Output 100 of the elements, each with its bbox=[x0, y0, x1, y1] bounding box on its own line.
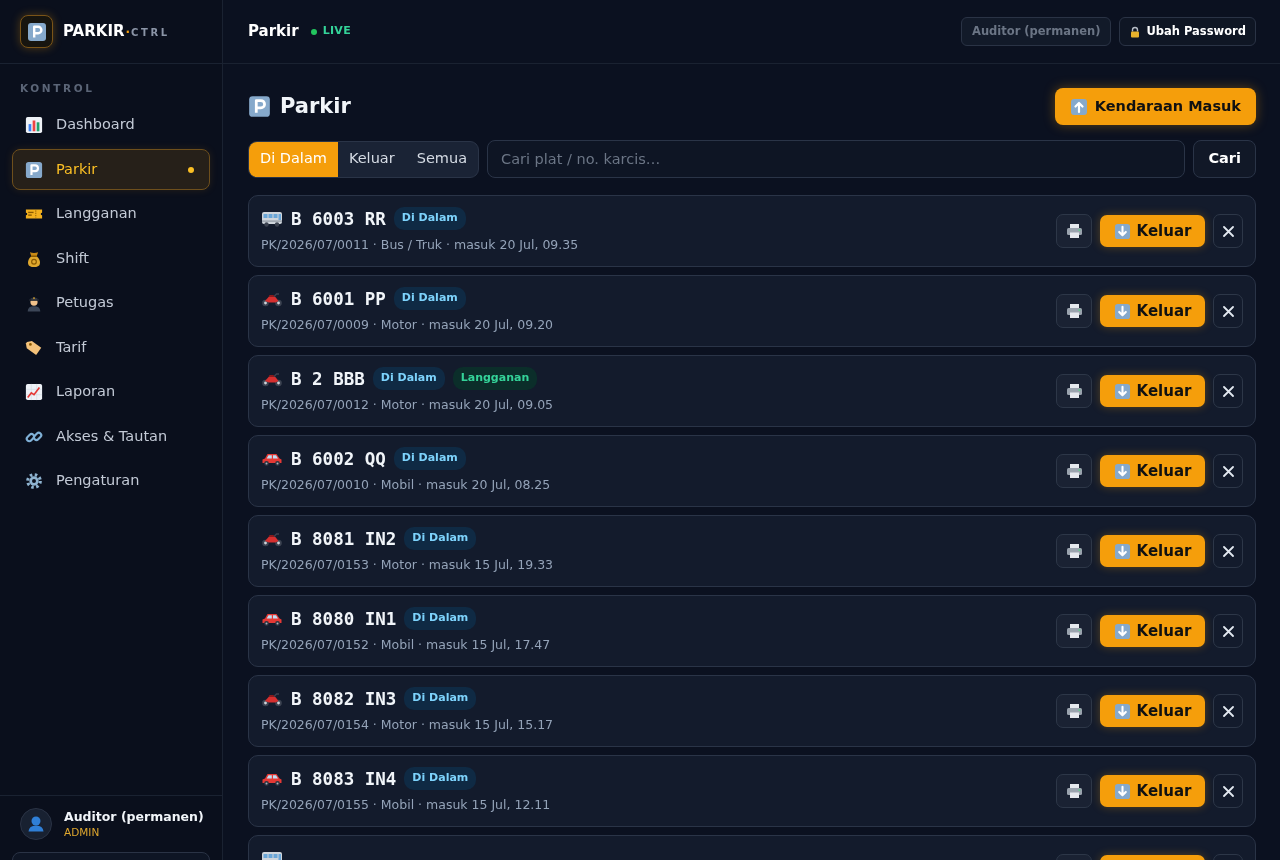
status-badge: Di Dalam bbox=[393, 207, 466, 230]
status-badge: Di Dalam bbox=[372, 367, 445, 390]
printer-icon bbox=[1065, 303, 1083, 319]
print-button[interactable] bbox=[1056, 214, 1092, 248]
user-role: ADMIN bbox=[64, 825, 101, 839]
close-button[interactable] bbox=[1213, 294, 1243, 328]
close-icon bbox=[1222, 385, 1234, 397]
status-badge: Di Dalam bbox=[404, 607, 477, 630]
user-name: Auditor (permanen) bbox=[64, 809, 204, 825]
close-button[interactable] bbox=[1213, 534, 1243, 568]
bar-chart-icon bbox=[25, 116, 43, 135]
exit-button[interactable]: Keluar bbox=[1100, 295, 1205, 327]
close-button[interactable] bbox=[1213, 774, 1243, 808]
exit-button[interactable]: Keluar bbox=[1100, 375, 1205, 407]
settings-icon bbox=[25, 472, 43, 491]
print-button[interactable] bbox=[1056, 774, 1092, 808]
ticket-details: PK/2026/07/0152 · Mobil · masuk 15 Jul, 17.47 bbox=[261, 635, 552, 654]
exit-button[interactable]: Keluar bbox=[1100, 615, 1205, 647]
printer-icon bbox=[1065, 703, 1083, 719]
close-button[interactable] bbox=[1213, 214, 1243, 248]
status-badge: Di Dalam bbox=[393, 287, 466, 310]
change-password-button[interactable]: Ubah Password bbox=[1119, 16, 1256, 47]
print-button[interactable] bbox=[1056, 694, 1092, 728]
close-button[interactable] bbox=[1213, 454, 1243, 488]
status-badge: Di Dalam bbox=[404, 767, 477, 790]
exit-button[interactable]: Keluar bbox=[1100, 215, 1205, 247]
nav-item[interactable]: Tarif bbox=[12, 327, 210, 369]
plate-number: B 8081 IN2 bbox=[291, 527, 397, 550]
close-icon bbox=[1222, 705, 1234, 717]
plate-number: B 6001 PP bbox=[291, 287, 386, 310]
close-icon bbox=[1222, 625, 1234, 637]
subscription-badge: Langganan bbox=[452, 367, 538, 390]
close-button[interactable] bbox=[1213, 614, 1243, 648]
section-label: KONTROL bbox=[19, 81, 96, 96]
tag-icon bbox=[25, 338, 43, 357]
ticket-details: PK/2026/07/0010 · Mobil · masuk 20 Jul, 08.25 bbox=[261, 475, 552, 494]
brand-name: PARKIR·CTRL bbox=[63, 21, 170, 43]
close-button[interactable] bbox=[1213, 694, 1243, 728]
money-bag-icon bbox=[25, 249, 43, 268]
ticket-details: PK/2026/07/0154 · Motor · masuk 15 Jul, 15.17 bbox=[261, 715, 555, 734]
line-chart-icon bbox=[25, 383, 43, 402]
nav-item[interactable]: Dashboard bbox=[12, 104, 210, 146]
printer-icon bbox=[1065, 463, 1083, 479]
plate-number: B 8083 IN4 bbox=[291, 767, 397, 790]
close-icon bbox=[1222, 785, 1234, 797]
printer-icon bbox=[1065, 783, 1083, 799]
print-button[interactable] bbox=[1056, 534, 1092, 568]
status-dot-icon bbox=[310, 28, 317, 35]
close-icon bbox=[1222, 305, 1234, 317]
parking-sign-icon bbox=[25, 160, 43, 179]
print-button[interactable] bbox=[1056, 454, 1092, 488]
vehicle-entry-button[interactable]: Kendaraan Masuk bbox=[1054, 88, 1256, 125]
exit-button[interactable]: Keluar bbox=[1100, 455, 1205, 487]
status-badge: Di Dalam bbox=[404, 527, 477, 550]
ticket-details: PK/2026/07/0153 · Motor · masuk 15 Jul, 19.33 bbox=[261, 555, 555, 574]
printer-icon bbox=[1065, 543, 1083, 559]
parking-logo-icon bbox=[20, 15, 53, 48]
status-badge: Di Dalam bbox=[404, 687, 477, 710]
bus-icon bbox=[261, 209, 283, 228]
nav-item[interactable]: Langganan bbox=[12, 193, 210, 235]
close-icon bbox=[1222, 465, 1234, 477]
exit-button[interactable]: Keluar bbox=[1100, 535, 1205, 567]
printer-icon bbox=[1065, 623, 1083, 639]
lock-icon bbox=[1129, 25, 1142, 38]
avatar-icon bbox=[20, 808, 52, 840]
printer-icon bbox=[1065, 223, 1083, 239]
print-button[interactable] bbox=[1056, 294, 1092, 328]
plate-number: B 2 BBB bbox=[291, 367, 365, 390]
active-dot-icon bbox=[188, 166, 194, 173]
print-button[interactable] bbox=[1056, 614, 1092, 648]
close-button[interactable] bbox=[1213, 374, 1243, 408]
nav-item[interactable]: Shift bbox=[12, 238, 210, 280]
exit-button[interactable]: Keluar bbox=[1100, 775, 1205, 807]
nav-item[interactable]: Laporan bbox=[12, 371, 210, 413]
page-title: Parkir bbox=[280, 93, 351, 120]
search-field[interactable]: Cari plat / no. karcis… bbox=[487, 140, 1186, 178]
status-badge: Di Dalam bbox=[393, 447, 466, 470]
nav-item[interactable]: Pengaturan bbox=[12, 460, 210, 502]
parking-sign-icon bbox=[248, 95, 271, 118]
user-chip: Auditor (permanen) bbox=[961, 16, 1112, 47]
ticket-details: PK/2026/07/0155 · Mobil · masuk 15 Jul, 12.11 bbox=[261, 795, 552, 814]
header-title: Parkir bbox=[248, 21, 299, 43]
nav-item[interactable]: Petugas bbox=[12, 282, 210, 324]
filter-tab[interactable]: Keluar bbox=[337, 141, 406, 177]
plate-number: B 8082 IN3 bbox=[291, 687, 397, 710]
plate-number: B 6002 QQ bbox=[291, 447, 386, 470]
filter-tab[interactable]: Semua bbox=[405, 141, 478, 177]
live-status: LIVE bbox=[322, 23, 351, 40]
close-icon bbox=[1222, 225, 1234, 237]
ticket-details: PK/2026/07/0009 · Motor · masuk 20 Jul, 09.20 bbox=[261, 315, 555, 334]
ticket-details: PK/2026/07/0011 · Bus / Truk · masuk 20 Jul, 09.35 bbox=[261, 235, 580, 254]
ticket-details: PK/2026/07/0012 · Motor · masuk 20 Jul, 09.05 bbox=[261, 395, 555, 414]
search-button[interactable]: Cari bbox=[1193, 140, 1256, 178]
plate-number: B 6003 RR bbox=[291, 207, 386, 230]
officer-icon bbox=[25, 294, 43, 313]
print-button[interactable] bbox=[1056, 374, 1092, 408]
exit-button[interactable]: Keluar bbox=[1100, 695, 1205, 727]
nav-item[interactable]: Akses & Tautan bbox=[12, 416, 210, 458]
nav-item[interactable]: Parkir bbox=[12, 149, 210, 191]
printer-icon bbox=[1065, 383, 1083, 399]
